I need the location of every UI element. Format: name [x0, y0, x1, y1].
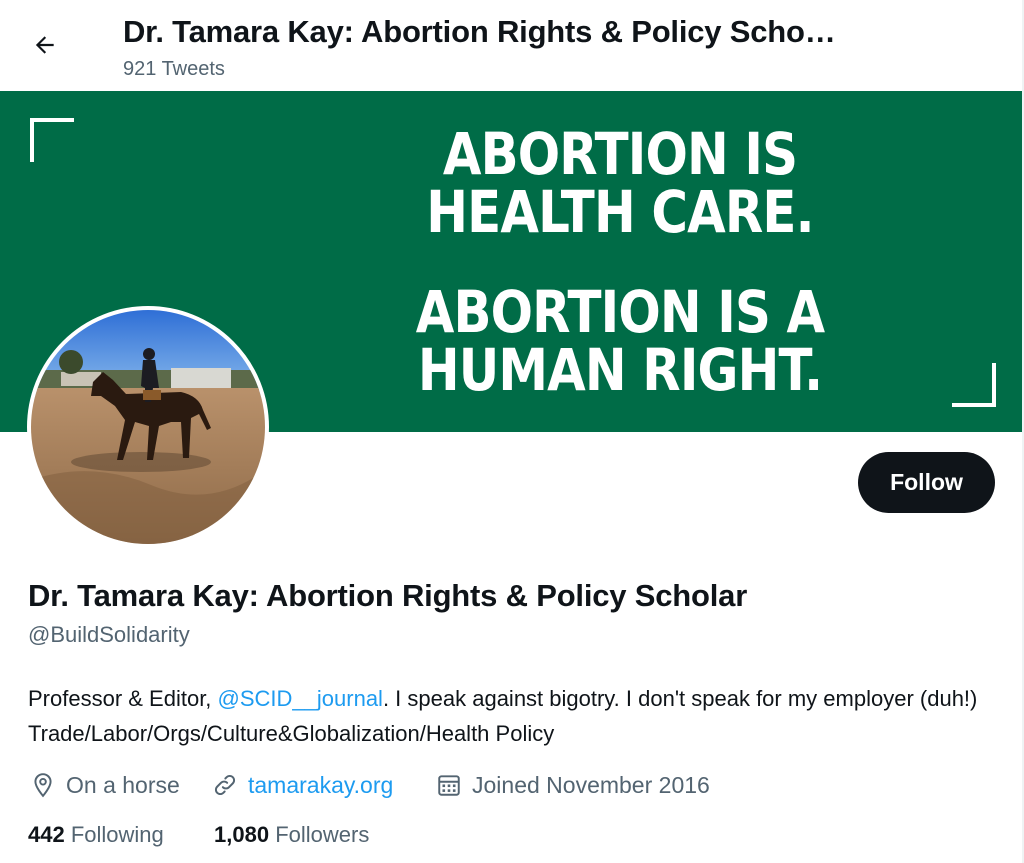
banner-line-3: ABORTION IS A — [415, 278, 825, 346]
banner-corner-bottom-right — [952, 363, 996, 407]
calendar-icon — [438, 775, 460, 796]
followers-count: 1,080 — [214, 822, 270, 847]
profile-header-bar: Dr. Tamara Kay: Abortion Rights & Policy… — [0, 0, 1022, 91]
bio-text-prefix: Professor & Editor, — [28, 686, 218, 711]
location-text: On a horse — [66, 771, 180, 798]
profile-website: tamarakay.org — [212, 768, 393, 802]
profile-bio: Professor & Editor, @SCID__journal. I sp… — [28, 681, 988, 751]
back-button[interactable] — [26, 26, 64, 64]
bio-mention-link[interactable]: @SCID__journal — [218, 686, 383, 711]
follow-button[interactable]: Follow — [858, 452, 995, 513]
profile-location: On a horse — [30, 768, 180, 802]
joined-text: Joined November 2016 — [472, 771, 710, 798]
banner-slogan-human-right: ABORTION IS A HUMAN RIGHT. — [414, 283, 827, 399]
banner-slogan-health-care: ABORTION IS HEALTH CARE. — [414, 125, 827, 241]
profile-handle: @BuildSolidarity — [28, 622, 190, 647]
profile-join-date: Joined November 2016 — [436, 768, 710, 802]
website-link[interactable]: tamarakay.org — [248, 772, 393, 799]
avatar[interactable] — [27, 306, 269, 548]
followers-label: Followers — [275, 822, 370, 847]
banner-corner-top-left — [30, 118, 74, 162]
avatar-photo-horse-rider — [31, 310, 265, 544]
following-count: 442 — [28, 822, 65, 847]
banner-line-2: HEALTH CARE. — [426, 178, 814, 246]
banner-line-4: HUMAN RIGHT. — [417, 336, 823, 404]
profile-display-name: Dr. Tamara Kay: Abortion Rights & Policy… — [28, 578, 748, 613]
followers-link[interactable]: 1,080 Followers — [214, 822, 369, 848]
location-pin-icon — [34, 773, 52, 798]
following-label: Following — [70, 822, 164, 847]
header-title: Dr. Tamara Kay: Abortion Rights & Policy… — [123, 14, 836, 49]
arrow-left-icon — [35, 36, 54, 54]
following-link[interactable]: 442 Following — [28, 822, 164, 848]
tweet-count: 921 Tweets — [123, 58, 225, 80]
banner-line-1: ABORTION IS — [442, 120, 798, 188]
link-icon — [214, 774, 236, 796]
